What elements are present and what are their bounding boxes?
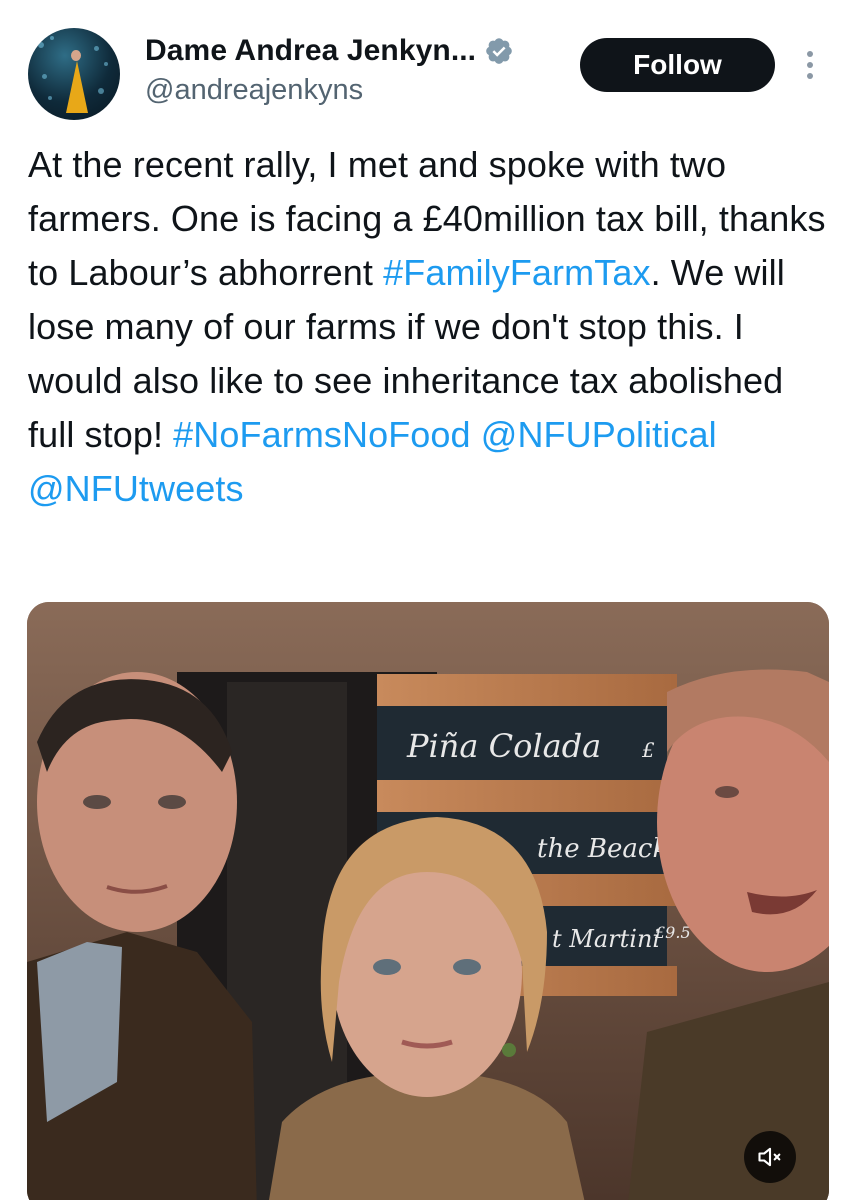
mention-link[interactable]: @NFUPolitical [481,414,717,455]
follow-button[interactable]: Follow [580,38,775,92]
tweet-text: At the recent rally, I met and spoke wit… [28,138,828,516]
mention-link[interactable]: @NFUtweets [28,468,244,509]
more-options-icon[interactable] [800,46,820,86]
mute-toggle-button[interactable] [744,1131,796,1183]
display-name[interactable]: Dame Andrea Jenkyn... [145,34,476,68]
sign-price-3: £9.5 [654,923,691,942]
sign-price-1: £ [641,738,655,762]
hashtag-link[interactable]: #FamilyFarmTax [383,252,650,293]
video-frame: Piña Colada £ the Beach £9 t Martini £9.… [27,602,829,1200]
verified-badge-icon[interactable] [484,36,514,66]
sign-line-2: the Beach [537,834,669,864]
sign-line-1: Piña Colada [406,727,601,765]
user-handle[interactable]: @andreajenkyns [145,74,514,107]
hashtag-link[interactable]: #NoFarmsNoFood [173,414,471,455]
video-player[interactable]: Piña Colada £ the Beach £9 t Martini £9.… [27,602,829,1200]
tweet-card: Dame Andrea Jenkyn... @andreajenkyns Fol… [0,0,855,1200]
speaker-muted-icon [758,1147,781,1167]
sign-line-3: t Martini [552,925,660,953]
author-block: Dame Andrea Jenkyn... @andreajenkyns [145,34,514,107]
avatar-figure [66,50,88,113]
profile-avatar[interactable] [28,28,120,120]
